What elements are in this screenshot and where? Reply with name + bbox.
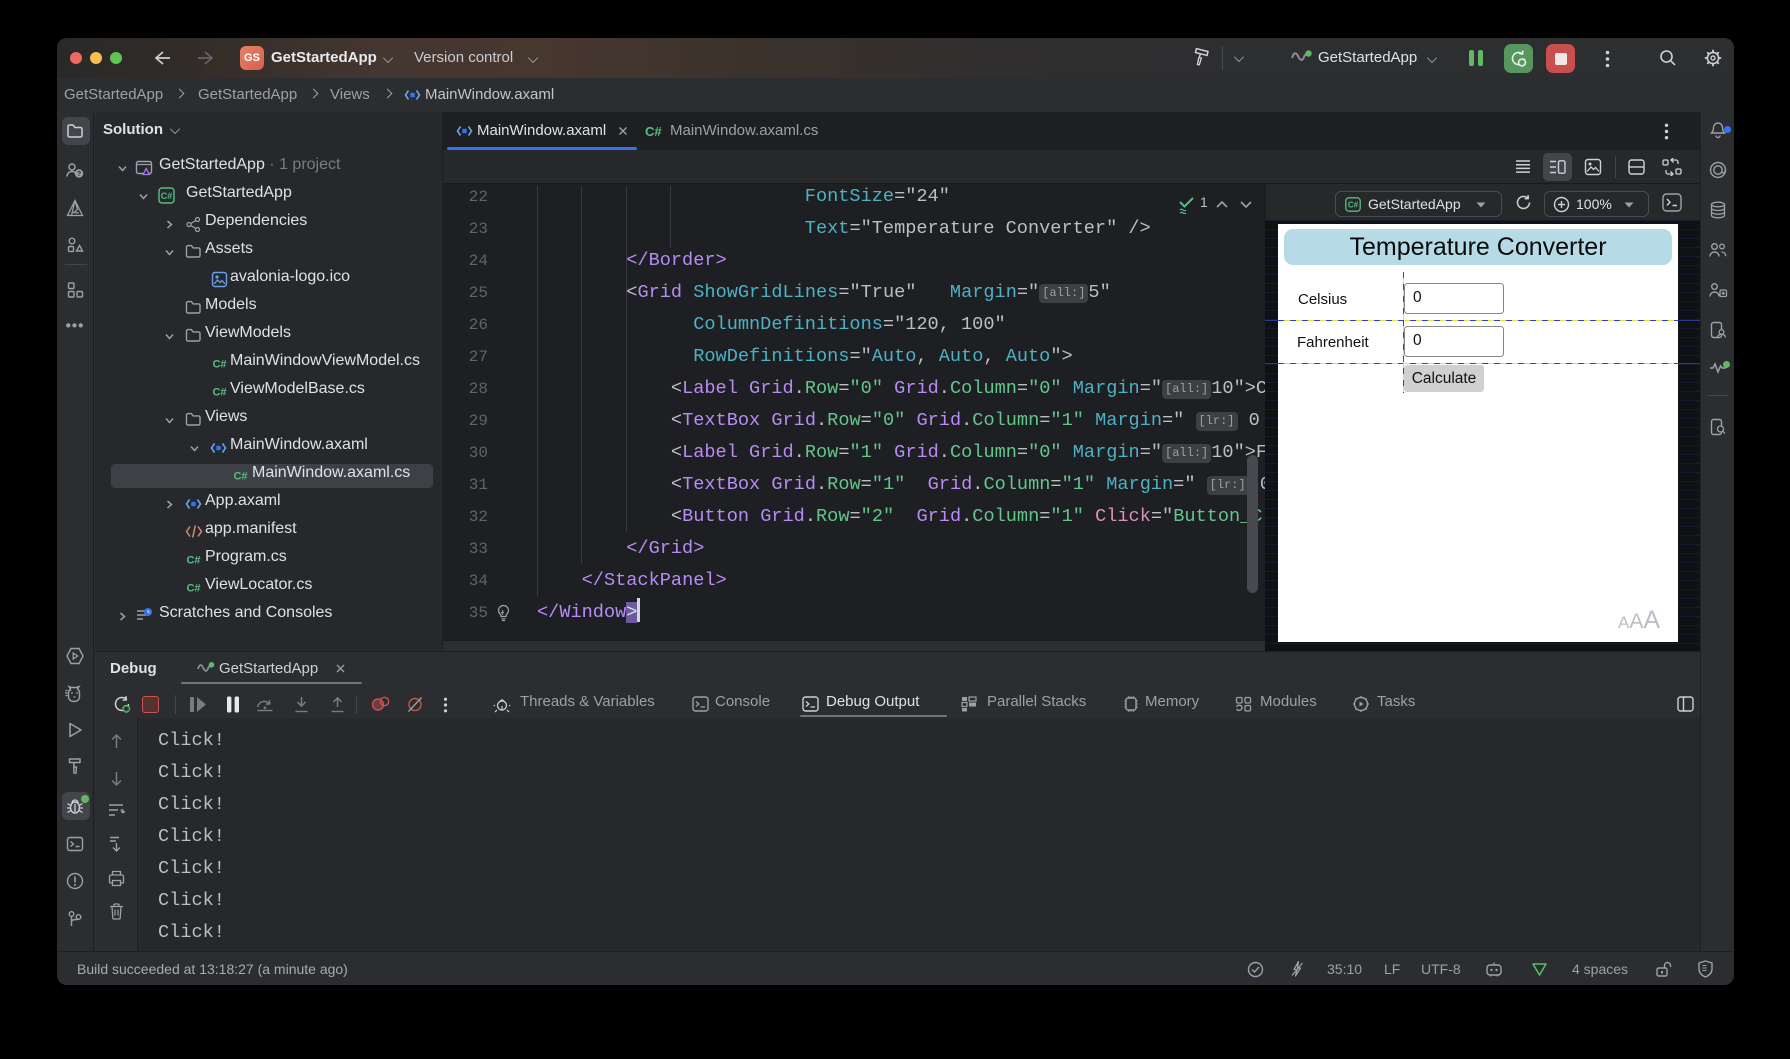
svg-text:C#: C# bbox=[186, 555, 200, 567]
svg-text:C#: C# bbox=[212, 387, 226, 399]
svg-text:C#: C# bbox=[186, 583, 200, 595]
svg-text:C#: C# bbox=[161, 191, 173, 201]
svg-text:C#: C# bbox=[212, 359, 226, 371]
svg-text:?: ? bbox=[77, 169, 82, 178]
svg-text:C#: C# bbox=[233, 471, 247, 483]
svg-text:C#: C# bbox=[1348, 200, 1359, 209]
